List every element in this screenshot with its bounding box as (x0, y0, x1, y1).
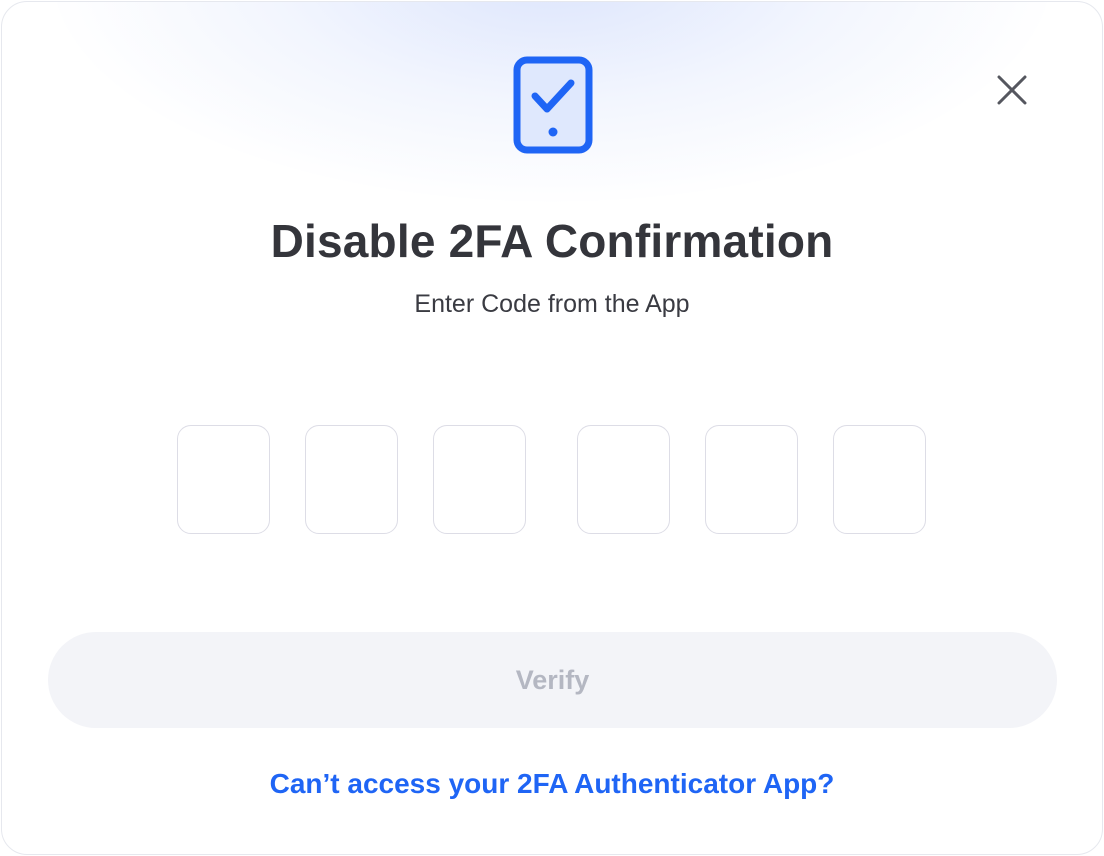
code-digit-4-input[interactable] (577, 425, 670, 534)
close-button[interactable] (992, 70, 1032, 110)
phone-check-icon (513, 56, 593, 154)
code-digit-3-input[interactable] (433, 425, 526, 534)
cant-access-authenticator-link[interactable]: Can’t access your 2FA Authenticator App? (2, 768, 1102, 800)
verify-button[interactable]: Verify (48, 632, 1057, 728)
dialog-subtitle: Enter Code from the App (414, 290, 690, 318)
code-digit-2-input[interactable] (305, 425, 398, 534)
close-icon (997, 75, 1027, 105)
code-digit-1-input[interactable] (177, 425, 270, 534)
code-digit-5-input[interactable] (705, 425, 798, 534)
disable-2fa-dialog: Disable 2FA Confirmation Enter Code from… (1, 1, 1103, 855)
dialog-title: Disable 2FA Confirmation (270, 215, 834, 267)
code-digit-6-input[interactable] (833, 425, 926, 534)
